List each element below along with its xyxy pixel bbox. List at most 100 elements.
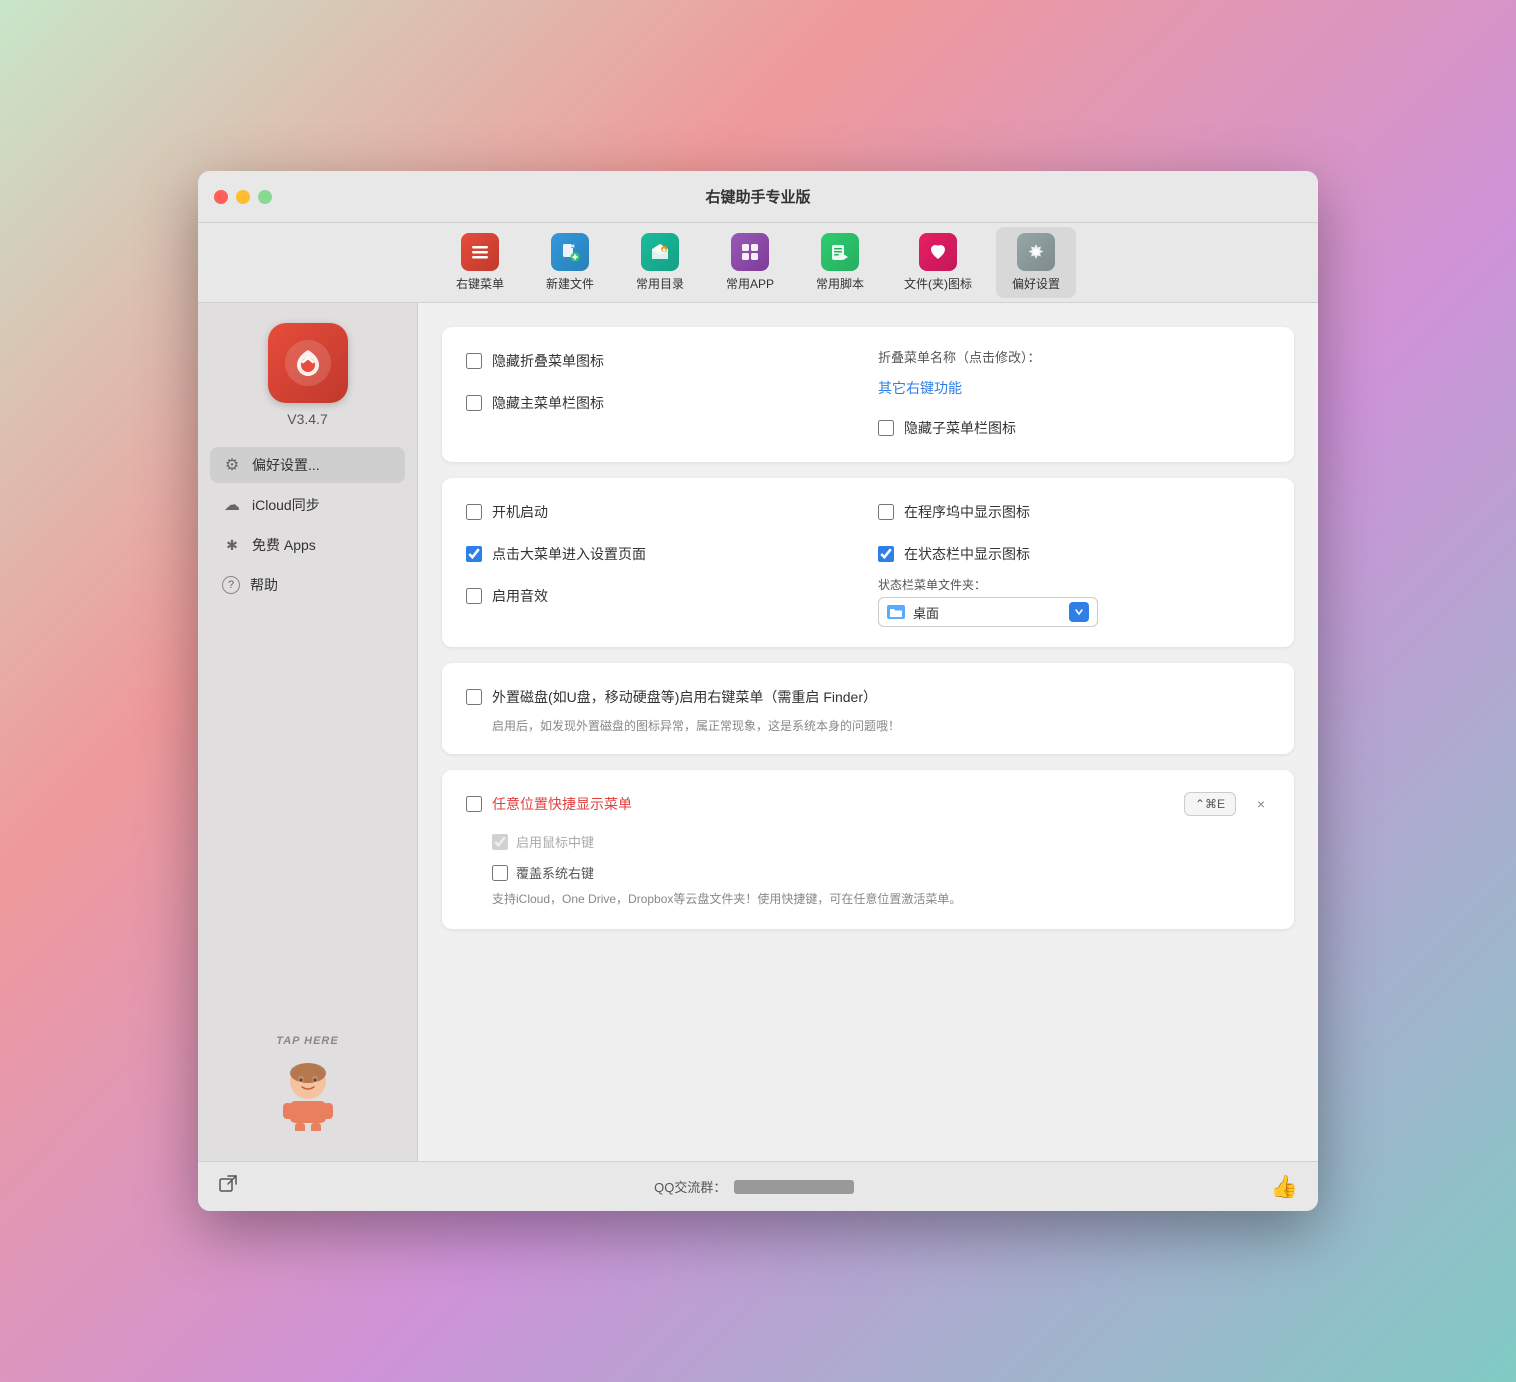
hide-menubar-icon-row: 隐藏主菜单栏图标 [466,389,858,417]
statusbar-folder-label: 状态栏菜单文件夹： [878,576,986,593]
startup-left-col: 开机启动 点击大菜单进入设置页面 启用音效 [466,498,858,627]
titlebar: 右键助手专业版 [198,171,1318,223]
hide-submenubar-icon-label: 隐藏子菜单栏图标 [904,418,1016,438]
close-button[interactable] [214,190,228,204]
show-in-statusbar-row: 在状态栏中显示图标 [878,540,1270,568]
hide-menubar-icon-checkbox[interactable] [466,395,482,411]
toolbar-item-file-icon[interactable]: 文件(夹)图标 [890,227,986,298]
enable-sound-checkbox[interactable] [466,588,482,604]
toolbar-item-new-file[interactable]: 新建文件 [530,227,610,298]
show-in-dock-label: 在程序坞中显示图标 [904,502,1030,522]
toolbar-label-common-dir: 常用目录 [636,275,684,292]
dropdown-arrow-icon [1069,602,1089,622]
toolbar-label-common-script: 常用脚本 [816,275,864,292]
sidebar-item-icloud[interactable]: ☁ iCloud同步 [210,487,405,523]
shortcut-badge: ⌃⌘E [1184,792,1236,816]
minimize-button[interactable] [236,190,250,204]
right-col-fold: 折叠菜单名称（点击修改）： 其它右键功能 隐藏子菜单栏图标 [878,347,1270,442]
main-area: V3.4.7 ⚙ 偏好设置... ☁ iCloud同步 ✱ 免费 Apps ? … [198,303,1318,1161]
window-title: 右键助手专业版 [705,186,810,207]
ext-drive-checkbox[interactable] [466,689,482,705]
sidebar-item-preferences[interactable]: ⚙ 偏好设置... [210,447,405,483]
external-link-icon[interactable] [218,1174,238,1199]
toolbar-label-common-app: 常用APP [726,275,774,292]
fold-menu-name-label: 折叠菜单名称（点击修改）： [878,347,1270,366]
click-settings-row: 点击大菜单进入设置页面 [466,540,858,568]
ext-drive-row: 外置磁盘(如U盘，移动硬盘等)启用右键菜单（需重启 Finder） [466,683,1270,711]
folder-dropdown-icon [887,605,905,619]
shortcut-close-button[interactable]: × [1252,795,1270,813]
hide-fold-icon-checkbox[interactable] [466,353,482,369]
footer-qq-section: QQ交流群： [654,1177,854,1196]
context-menu-icon [461,233,499,271]
toolbar-item-common-script[interactable]: 常用脚本 [800,227,880,298]
sidebar-item-help[interactable]: ? 帮助 [210,567,405,603]
tap-here-section[interactable]: TAP HERE [273,1035,343,1141]
main-window: 右键助手专业版 右键菜单 [198,171,1318,1211]
click-to-settings-checkbox[interactable] [466,546,482,562]
quick-menu-checkbox[interactable] [466,796,482,812]
fold-menu-card: 隐藏折叠菜单图标 隐藏主菜单栏图标 折叠菜单名称（点击修改）： 其它右键功能 隐… [442,327,1294,462]
toolbar-label-file-icon: 文件(夹)图标 [904,275,972,292]
enable-sound-row: 启用音效 [466,582,858,610]
new-file-icon [551,233,589,271]
show-in-statusbar-checkbox[interactable] [878,546,894,562]
qq-number [734,1180,854,1194]
cover-right-click-row: 覆盖系统右键 [492,861,1270,884]
fold-menu-name-value[interactable]: 其它右键功能 [878,378,1270,398]
sidebar-item-icloud-label: iCloud同步 [252,495,320,515]
ext-drive-sub-text: 启用后，如发现外置磁盘的图标异常，属正常现象，这是系统本身的问题哦！ [492,717,1270,734]
quick-menu-row: 任意位置快捷显示菜单 [466,790,632,818]
app-icon [268,323,348,403]
content-area: 隐藏折叠菜单图标 隐藏主菜单栏图标 折叠菜单名称（点击修改）： 其它右键功能 隐… [418,303,1318,1161]
ext-drive-card: 外置磁盘(如U盘，移动硬盘等)启用右键菜单（需重启 Finder） 启用后，如发… [442,663,1294,754]
help-nav-icon: ? [222,576,240,594]
hide-fold-icon-label: 隐藏折叠菜单图标 [492,351,604,371]
quick-menu-header: 任意位置快捷显示菜单 ⌃⌘E × [466,790,1270,818]
window-controls [214,190,272,204]
sidebar: V3.4.7 ⚙ 偏好设置... ☁ iCloud同步 ✱ 免费 Apps ? … [198,303,418,1161]
fold-menu-grid: 隐藏折叠菜单图标 隐藏主菜单栏图标 折叠菜单名称（点击修改）： 其它右键功能 隐… [466,347,1270,442]
hide-submenubar-icon-row: 隐藏子菜单栏图标 [878,414,1270,442]
show-in-dock-row: 在程序坞中显示图标 [878,498,1270,526]
maximize-button[interactable] [258,190,272,204]
qq-label: QQ交流群： [654,1177,726,1196]
hide-submenubar-icon-checkbox[interactable] [878,420,894,436]
startup-checkbox[interactable] [466,504,482,520]
preferences-icon [1017,233,1055,271]
sidebar-item-preferences-label: 偏好设置... [252,455,320,475]
shortcut-text: ⌃⌘E [1195,797,1225,811]
hide-fold-icon-row: 隐藏折叠菜单图标 [466,347,858,375]
folder-dropdown[interactable]: 桌面 [878,597,1098,627]
sidebar-nav: ⚙ 偏好设置... ☁ iCloud同步 ✱ 免费 Apps ? 帮助 [210,447,405,603]
toolbar-label-new-file: 新建文件 [546,275,594,292]
folder-dropdown-text: 桌面 [913,603,1061,622]
tap-mascot [273,1051,343,1141]
enable-middle-click-row: 启用鼠标中键 [492,830,1270,853]
free-apps-nav-icon: ✱ [222,537,242,554]
tap-here-label: TAP HERE [273,1035,343,1047]
sidebar-item-help-label: 帮助 [250,575,278,595]
sidebar-item-free-apps-label: 免费 Apps [252,535,316,555]
ext-drive-label: 外置磁盘(如U盘，移动硬盘等)启用右键菜单（需重启 Finder） [492,687,877,707]
cover-right-click-checkbox[interactable] [492,865,508,881]
thumbs-up-icon[interactable]: 👍 [1271,1174,1298,1200]
icloud-nav-icon: ☁ [222,495,242,515]
enable-middle-click-label: 启用鼠标中键 [516,832,594,851]
toolbar-item-common-dir[interactable]: 常用目录 [620,227,700,298]
toolbar-item-preferences[interactable]: 偏好设置 [996,227,1076,298]
show-in-dock-checkbox[interactable] [878,504,894,520]
startup-row: 开机启动 [466,498,858,526]
app-version: V3.4.7 [287,411,327,427]
hide-menubar-icon-label: 隐藏主菜单栏图标 [492,393,604,413]
enable-sound-label: 启用音效 [492,586,548,606]
toolbar-item-context-menu[interactable]: 右键菜单 [440,227,520,298]
startup-label: 开机启动 [492,502,548,522]
enable-middle-click-checkbox[interactable] [492,834,508,850]
common-app-icon [731,233,769,271]
sidebar-item-free-apps[interactable]: ✱ 免费 Apps [210,527,405,563]
quick-menu-label: 任意位置快捷显示菜单 [492,794,632,814]
file-icon-icon [919,233,957,271]
folder-dropdown-row: 桌面 [878,597,1270,627]
toolbar-item-common-app[interactable]: 常用APP [710,227,790,298]
